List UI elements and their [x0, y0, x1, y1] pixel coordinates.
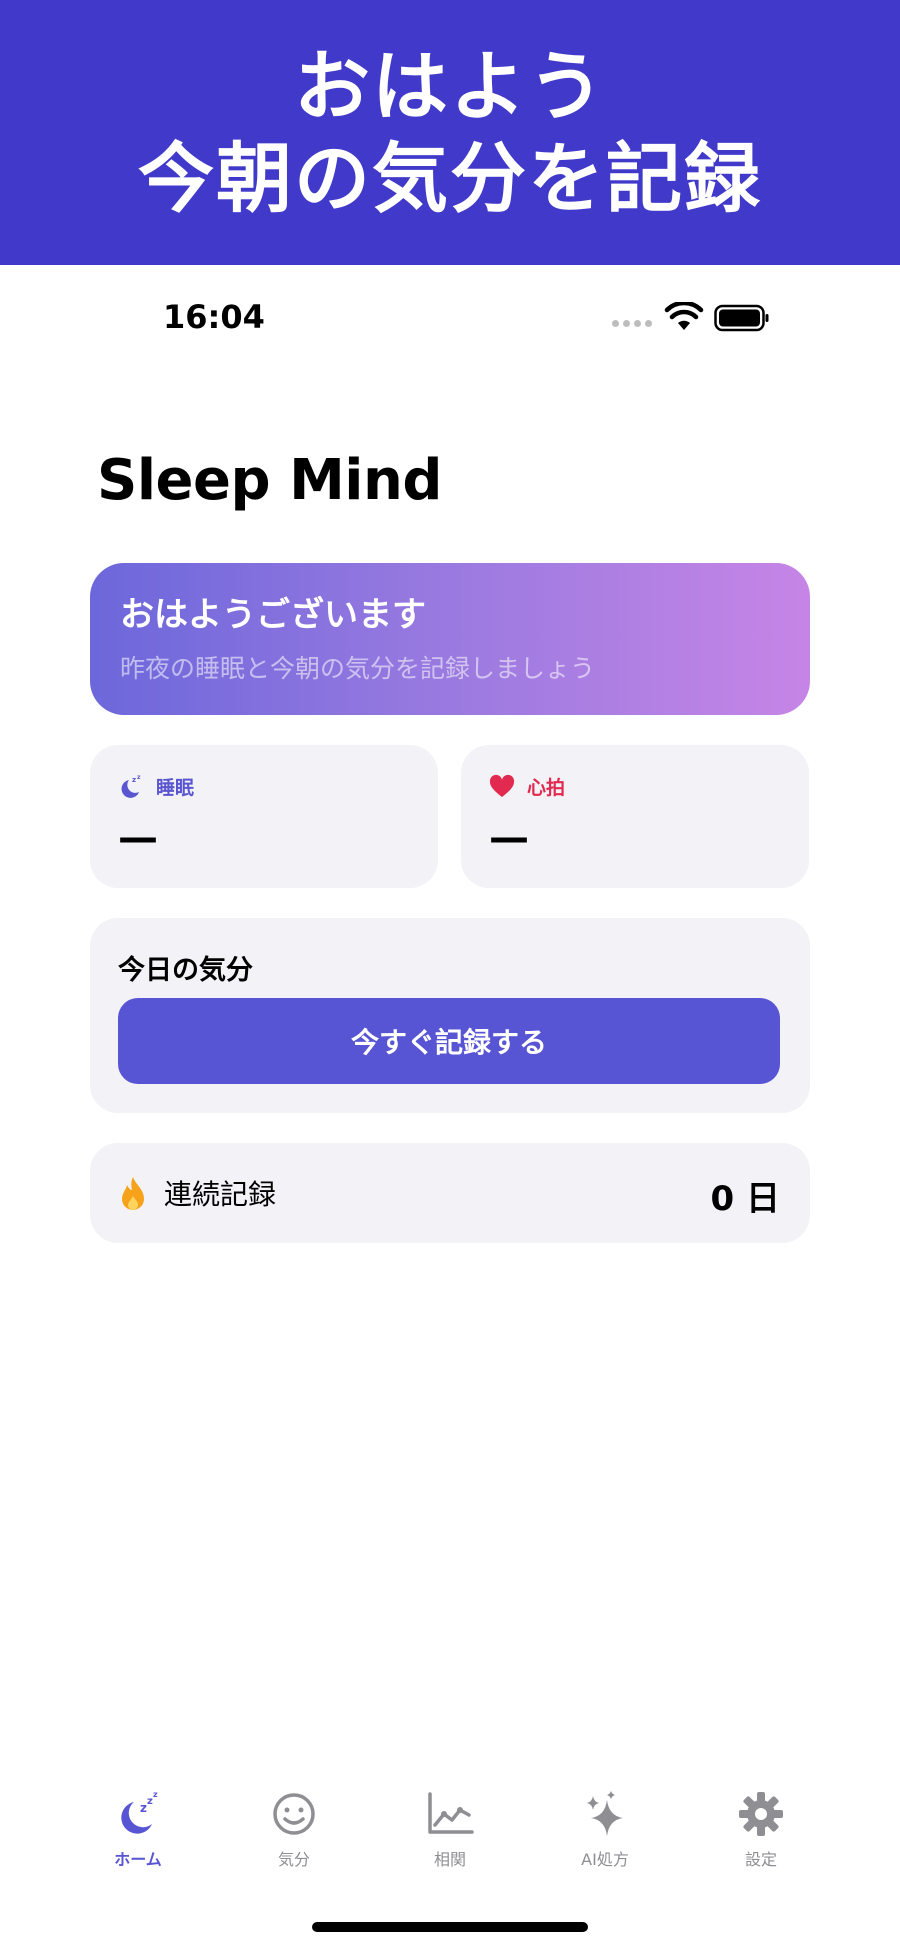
home-indicator[interactable]: [312, 1922, 588, 1932]
greeting-subtitle: 昨夜の睡眠と今朝の気分を記録しましょう: [120, 654, 596, 683]
sleep-value: —: [118, 815, 158, 861]
heart-rate-value: —: [489, 815, 529, 861]
tab-settings[interactable]: 設定: [691, 1790, 831, 1890]
fire-icon: [122, 1177, 144, 1210]
streak-value: 0 日: [710, 1179, 781, 1219]
heart-rate-card[interactable]: 心拍 —: [461, 745, 809, 888]
tab-mood-label: 気分: [277, 1850, 310, 1869]
chart-icon: [428, 1792, 474, 1834]
svg-text:z: z: [137, 774, 141, 781]
sleep-label: 睡眠: [156, 777, 195, 799]
promo-banner: おはよう 今朝の気分を記録: [0, 0, 900, 265]
streak-label: 連続記録: [164, 1178, 277, 1211]
promo-line-2: 今朝の気分を記録: [138, 133, 762, 223]
streak-card: 連続記録 0 日: [90, 1143, 810, 1243]
smiley-icon: [273, 1793, 315, 1835]
status-bar: 16:04: [0, 290, 900, 350]
tab-bar: z z z ホーム 気分 相関 AI処方 設定: [0, 1790, 900, 1900]
promo-line-1: おはよう: [294, 41, 606, 131]
tab-home[interactable]: z z z ホーム: [68, 1790, 208, 1890]
battery-icon: [714, 304, 769, 332]
signal-dots-icon: [612, 320, 652, 327]
moon-zzz-icon: z z: [121, 774, 141, 798]
moon-zzz-icon: z z z: [121, 1790, 158, 1834]
app-title: Sleep Mind: [97, 448, 442, 513]
heart-rate-label: 心拍: [527, 777, 566, 799]
heart-icon: [489, 774, 515, 797]
sleep-card[interactable]: z z 睡眠 —: [90, 745, 438, 888]
tab-mood[interactable]: 気分: [224, 1790, 364, 1890]
tab-home-label: ホーム: [114, 1850, 162, 1869]
greeting-card: おはようございます 昨夜の睡眠と今朝の気分を記録しましょう: [90, 563, 810, 715]
sparkles-icon: [587, 1791, 623, 1836]
tab-correlation[interactable]: 相関: [380, 1790, 520, 1890]
svg-text:z: z: [140, 1801, 147, 1815]
tab-ai-prescription-label: AI処方: [581, 1850, 629, 1869]
greeting-title: おはようございます: [120, 595, 426, 635]
svg-text:z: z: [153, 1790, 158, 1799]
gear-icon: [739, 1792, 783, 1836]
status-time: 16:04: [163, 298, 265, 336]
mood-title: 今日の気分: [118, 955, 253, 986]
tab-ai-prescription[interactable]: AI処方: [535, 1790, 675, 1890]
tab-correlation-label: 相関: [433, 1850, 466, 1869]
record-now-button[interactable]: 今すぐ記録する: [118, 998, 780, 1084]
svg-text:z: z: [132, 776, 136, 784]
mood-card: 今日の気分 今すぐ記録する: [90, 918, 810, 1113]
tab-settings-label: 設定: [744, 1850, 777, 1869]
wifi-icon: [664, 302, 704, 330]
